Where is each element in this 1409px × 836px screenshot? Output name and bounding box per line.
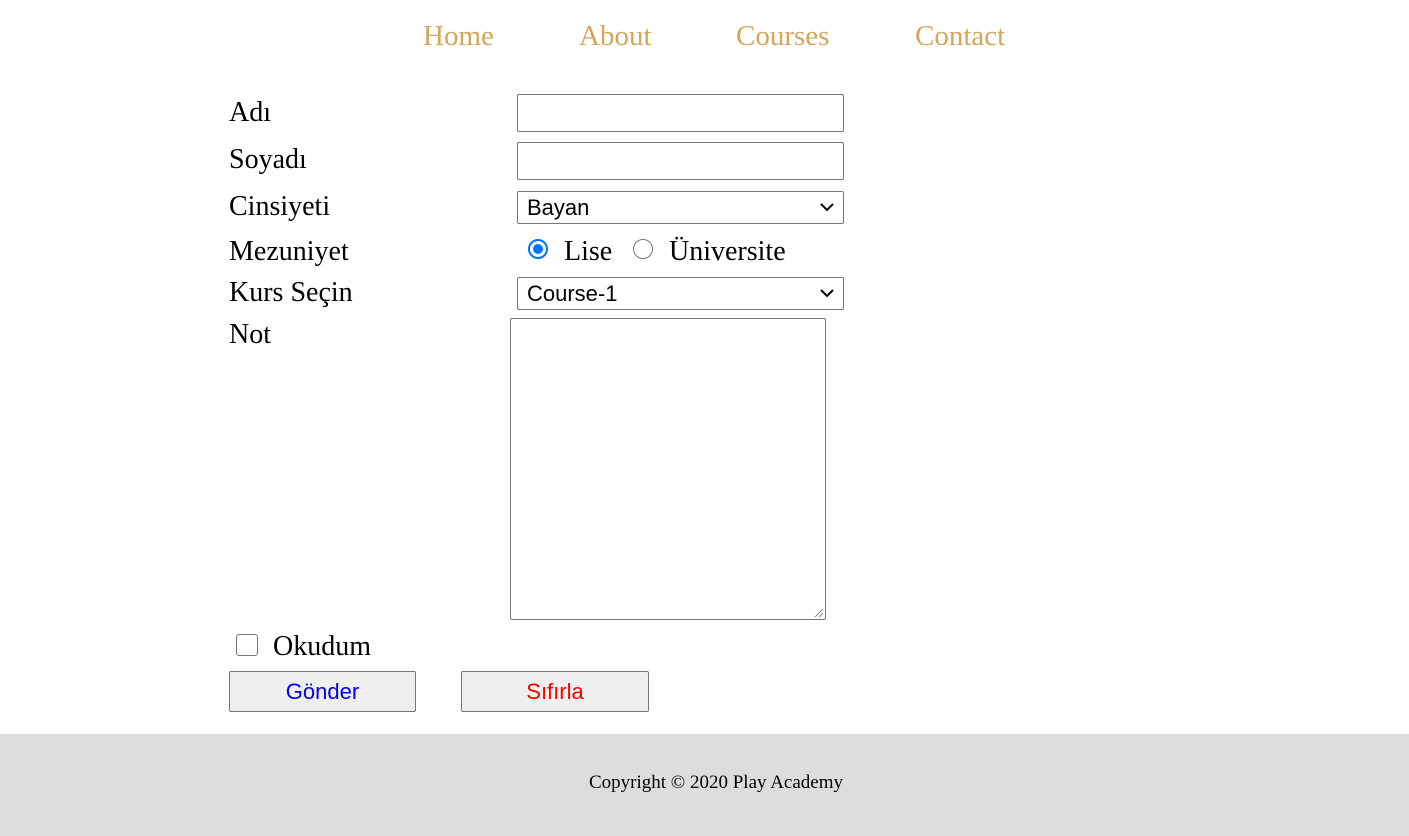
agree-checkbox[interactable] [236, 634, 258, 656]
nav-link-home[interactable]: Home [423, 16, 494, 56]
nav-link-courses[interactable]: Courses [736, 16, 829, 56]
chevron-down-icon [820, 203, 834, 212]
nav-link-about[interactable]: About [579, 16, 652, 56]
footer: Copyright © 2020 Play Academy [0, 734, 1409, 836]
main-nav: Home About Courses Contact [0, 16, 1409, 56]
agree-checkbox-label: Okudum [273, 631, 371, 662]
graduation-label: Mezuniyet [229, 236, 349, 267]
resize-grip-icon[interactable] [812, 606, 824, 618]
submit-button[interactable]: Gönder [229, 671, 416, 712]
chevron-down-icon [820, 289, 834, 298]
radio-universite[interactable] [633, 239, 653, 259]
course-label: Kurs Seçin [229, 277, 353, 308]
radio-universite-label: Üniversite [669, 236, 786, 267]
last-name-label: Soyadı [229, 144, 307, 175]
reset-button[interactable]: Sıfırla [461, 671, 649, 712]
radio-lise[interactable] [528, 239, 548, 259]
course-select-value: Course-1 [527, 281, 618, 306]
course-select[interactable]: Course-1 [517, 277, 844, 310]
note-label: Not [229, 319, 271, 350]
copyright-text: Copyright © 2020 Play Academy [588, 772, 844, 793]
first-name-label: Adı [229, 97, 271, 128]
nav-link-contact[interactable]: Contact [915, 16, 1005, 56]
first-name-input[interactable] [517, 94, 844, 132]
last-name-input[interactable] [517, 142, 844, 180]
note-textarea[interactable] [510, 318, 826, 620]
gender-select-value: Bayan [527, 195, 590, 220]
gender-label: Cinsiyeti [229, 191, 331, 222]
radio-lise-label: Lise [564, 236, 613, 267]
gender-select[interactable]: Bayan [517, 191, 844, 224]
